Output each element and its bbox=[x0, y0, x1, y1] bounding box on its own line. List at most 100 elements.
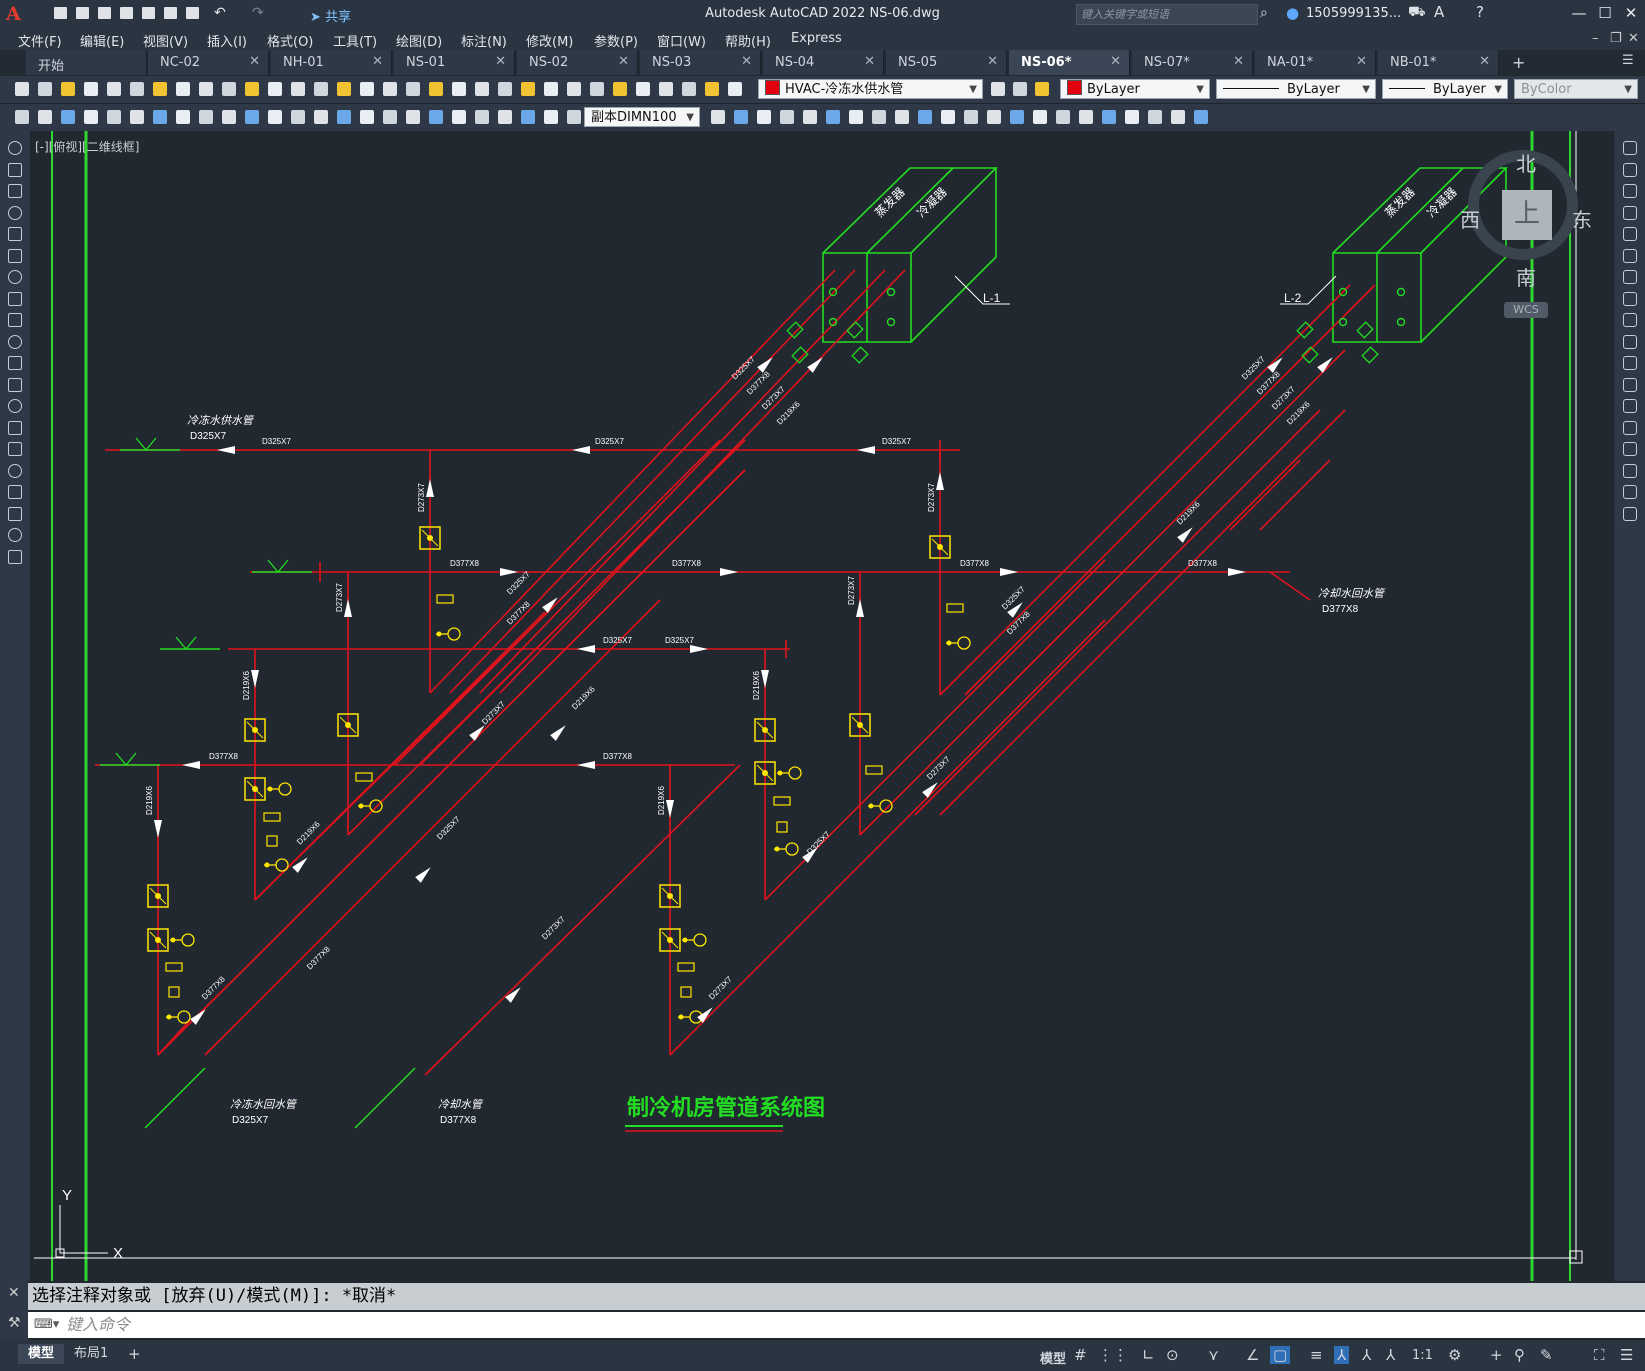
draw-tool-13-icon[interactable] bbox=[8, 399, 22, 413]
dim-tool-29-icon[interactable] bbox=[779, 109, 795, 125]
standard-tool-13-icon[interactable] bbox=[290, 81, 306, 97]
draw-tool-1-icon[interactable] bbox=[8, 141, 22, 155]
tab-nc-02[interactable]: NC-02 ✕ bbox=[148, 50, 269, 75]
dim-tool-34-icon[interactable] bbox=[894, 109, 910, 125]
drawing-canvas[interactable]: 蒸发器 冷凝器 蒸发器 冷凝器 L-1 L-2 D325X7 D325X7 D325… bbox=[31, 131, 1613, 1281]
menu-format[interactable]: 格式(O) bbox=[267, 31, 313, 50]
menu-window[interactable]: 窗口(W) bbox=[657, 31, 706, 50]
plus-icon[interactable]: + bbox=[1490, 1346, 1503, 1364]
dim-tool-42-icon[interactable] bbox=[1078, 109, 1094, 125]
tab-ns-07[interactable]: NS-07* ✕ bbox=[1132, 50, 1253, 75]
dim-tool-30-icon[interactable] bbox=[802, 109, 818, 125]
dim-tool-47-icon[interactable] bbox=[1193, 109, 1209, 125]
modify-tool-1-icon[interactable] bbox=[1623, 141, 1637, 155]
dim-tool-8-icon[interactable] bbox=[175, 109, 191, 125]
minimize-button[interactable]: — bbox=[1566, 3, 1592, 23]
modify-tool-4-icon[interactable] bbox=[1623, 205, 1637, 220]
layer-dropdown[interactable]: HVAC-冷冻水供水管 ▼ bbox=[758, 79, 983, 99]
modify-tool-18-icon[interactable] bbox=[1623, 506, 1637, 521]
standard-tool-30-icon[interactable] bbox=[681, 81, 697, 97]
linetype-dropdown[interactable]: ByLayer ▼ bbox=[1216, 79, 1376, 99]
close-tab-icon[interactable]: ✕ bbox=[864, 54, 875, 69]
draw-tool-9-icon[interactable] bbox=[8, 313, 22, 327]
dim-tool-9-icon[interactable] bbox=[198, 109, 214, 125]
dim-tool-27-icon[interactable] bbox=[733, 109, 749, 125]
osnap-tracking-icon[interactable]: ∠ bbox=[1246, 1346, 1259, 1364]
dim-tool-21-icon[interactable] bbox=[474, 109, 490, 125]
tab-ns-02[interactable]: NS-02 ✕ bbox=[517, 50, 638, 75]
annotation-scale-value[interactable]: 1:1 bbox=[1412, 1348, 1433, 1363]
dim-tool-14-icon[interactable] bbox=[313, 109, 329, 125]
menu-insert[interactable]: 插入(I) bbox=[207, 31, 247, 50]
viewport-controls[interactable]: [-][俯视][二维线框] bbox=[35, 138, 139, 155]
draw-tool-7-icon[interactable] bbox=[8, 270, 22, 284]
dim-tool-3-icon[interactable] bbox=[60, 109, 76, 125]
modify-tool-13-icon[interactable] bbox=[1623, 399, 1637, 413]
modify-tool-2-icon[interactable] bbox=[1623, 162, 1637, 177]
draw-tool-5-icon[interactable] bbox=[8, 227, 22, 241]
settings-gear-icon[interactable]: ⚙ bbox=[1448, 1346, 1461, 1364]
isolate-icon[interactable]: ⚲ bbox=[1514, 1346, 1525, 1364]
doc-restore-icon[interactable]: ❐ bbox=[1610, 31, 1622, 46]
standard-tool-3-icon[interactable] bbox=[60, 81, 76, 97]
modify-tool-11-icon[interactable] bbox=[1623, 356, 1637, 370]
modify-tool-9-icon[interactable] bbox=[1623, 313, 1637, 327]
standard-tool-28-icon[interactable] bbox=[635, 81, 651, 97]
add-layout-button[interactable]: + bbox=[118, 1344, 151, 1364]
menu-view[interactable]: 视图(V) bbox=[143, 31, 188, 50]
clean-screen-icon[interactable]: ⛶ bbox=[1594, 1346, 1605, 1364]
standard-tool-14-icon[interactable] bbox=[313, 81, 329, 97]
layout-tab-layout1[interactable]: 布局1 bbox=[64, 1344, 118, 1364]
command-prompt-icon[interactable]: ⌨▾ bbox=[34, 1312, 59, 1338]
dim-tool-22-icon[interactable] bbox=[497, 109, 513, 125]
dim-tool-25-icon[interactable] bbox=[566, 109, 582, 125]
dim-tool-18-icon[interactable] bbox=[405, 109, 421, 125]
customize-icon[interactable]: ⚒ bbox=[8, 1315, 21, 1331]
close-tab-icon[interactable]: ✕ bbox=[372, 54, 383, 69]
close-tab-icon[interactable]: ✕ bbox=[1479, 54, 1490, 69]
hardware-accel-icon[interactable]: ✎ bbox=[1540, 1346, 1553, 1364]
dim-tool-44-icon[interactable] bbox=[1124, 109, 1140, 125]
dim-tool-46-icon[interactable] bbox=[1170, 109, 1186, 125]
standard-tool-9-icon[interactable] bbox=[198, 81, 214, 97]
draw-tool-20-icon[interactable] bbox=[8, 549, 22, 564]
draw-tool-14-icon[interactable] bbox=[8, 420, 22, 435]
dim-tool-32-icon[interactable] bbox=[848, 109, 864, 125]
standard-tool-20-icon[interactable] bbox=[451, 81, 467, 97]
close-tab-icon[interactable]: ✕ bbox=[741, 54, 752, 69]
standard-tool-6-icon[interactable] bbox=[129, 81, 145, 97]
viewcube-north[interactable]: 北 bbox=[1516, 148, 1536, 177]
dim-tool-36-icon[interactable] bbox=[940, 109, 956, 125]
close-command-icon[interactable]: ✕ bbox=[8, 1285, 20, 1301]
standard-tool-35-icon[interactable] bbox=[1034, 81, 1050, 97]
menu-draw[interactable]: 绘图(D) bbox=[396, 31, 442, 50]
dim-tool-13-icon[interactable] bbox=[290, 109, 306, 125]
draw-tool-17-icon[interactable] bbox=[8, 485, 22, 499]
user-name[interactable]: 1505999135... bbox=[1306, 6, 1401, 21]
standard-tool-24-icon[interactable] bbox=[543, 81, 559, 97]
viewcube-east[interactable]: 东 bbox=[1572, 204, 1592, 233]
tab-ns-01[interactable]: NS-01 ✕ bbox=[394, 50, 515, 75]
modify-tool-6-icon[interactable] bbox=[1623, 248, 1637, 263]
dim-tool-19-icon[interactable] bbox=[428, 109, 444, 125]
close-tab-icon[interactable]: ✕ bbox=[1356, 54, 1367, 69]
standard-tool-25-icon[interactable] bbox=[566, 81, 582, 97]
close-tab-icon[interactable]: ✕ bbox=[495, 54, 506, 69]
modify-tool-7-icon[interactable] bbox=[1623, 270, 1637, 284]
isodraft-icon[interactable]: ⋎ bbox=[1208, 1346, 1219, 1364]
dim-tool-38-icon[interactable] bbox=[986, 109, 1002, 125]
tab-nh-01[interactable]: NH-01 ✕ bbox=[271, 50, 392, 75]
draw-tool-11-icon[interactable] bbox=[8, 356, 22, 370]
dim-tool-4-icon[interactable] bbox=[83, 109, 99, 125]
tab-nb-01[interactable]: NB-01* ✕ bbox=[1378, 50, 1499, 75]
ortho-icon[interactable]: ∟ bbox=[1142, 1346, 1155, 1364]
dim-tool-45-icon[interactable] bbox=[1147, 109, 1163, 125]
menu-file[interactable]: 文件(F) bbox=[18, 31, 62, 50]
close-tab-icon[interactable]: ✕ bbox=[618, 54, 629, 69]
standard-tool-26-icon[interactable] bbox=[589, 81, 605, 97]
menu-parameters[interactable]: 参数(P) bbox=[594, 31, 638, 50]
dim-tool-31-icon[interactable] bbox=[825, 109, 841, 125]
search-icon[interactable]: ⌕ bbox=[1260, 5, 1268, 21]
close-tab-icon[interactable]: ✕ bbox=[1233, 54, 1244, 69]
standard-tool-29-icon[interactable] bbox=[658, 81, 674, 97]
